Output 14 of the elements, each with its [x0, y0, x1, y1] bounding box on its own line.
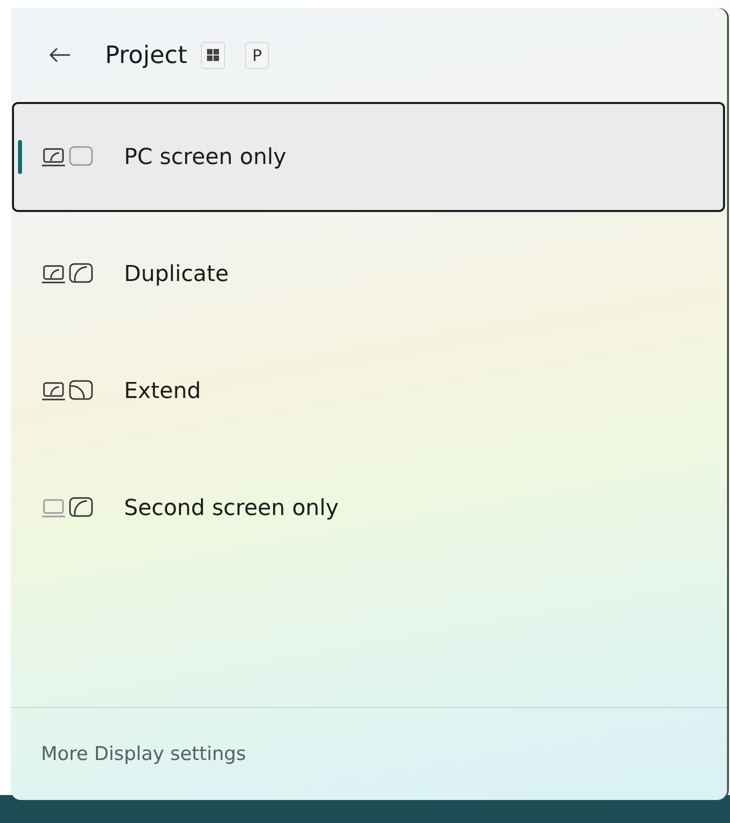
display-mode-icon [42, 497, 94, 519]
more-display-settings-link[interactable]: More Display settings [41, 743, 246, 765]
keyboard-key: P [245, 42, 270, 68]
selection-indicator [18, 140, 22, 174]
display-mode-icon [42, 146, 94, 168]
display-mode-option[interactable]: Second screen only [12, 453, 725, 563]
display-mode-option[interactable]: Extend [12, 336, 725, 446]
display-mode-option[interactable]: PC screen only [12, 102, 725, 212]
display-mode-icon [42, 263, 94, 285]
display-mode-icon [42, 380, 94, 402]
display-mode-option[interactable]: Duplicate [12, 219, 725, 329]
windows-logo-icon [207, 49, 220, 61]
back-arrow-icon [49, 47, 71, 63]
panel-title: Project [105, 41, 188, 69]
